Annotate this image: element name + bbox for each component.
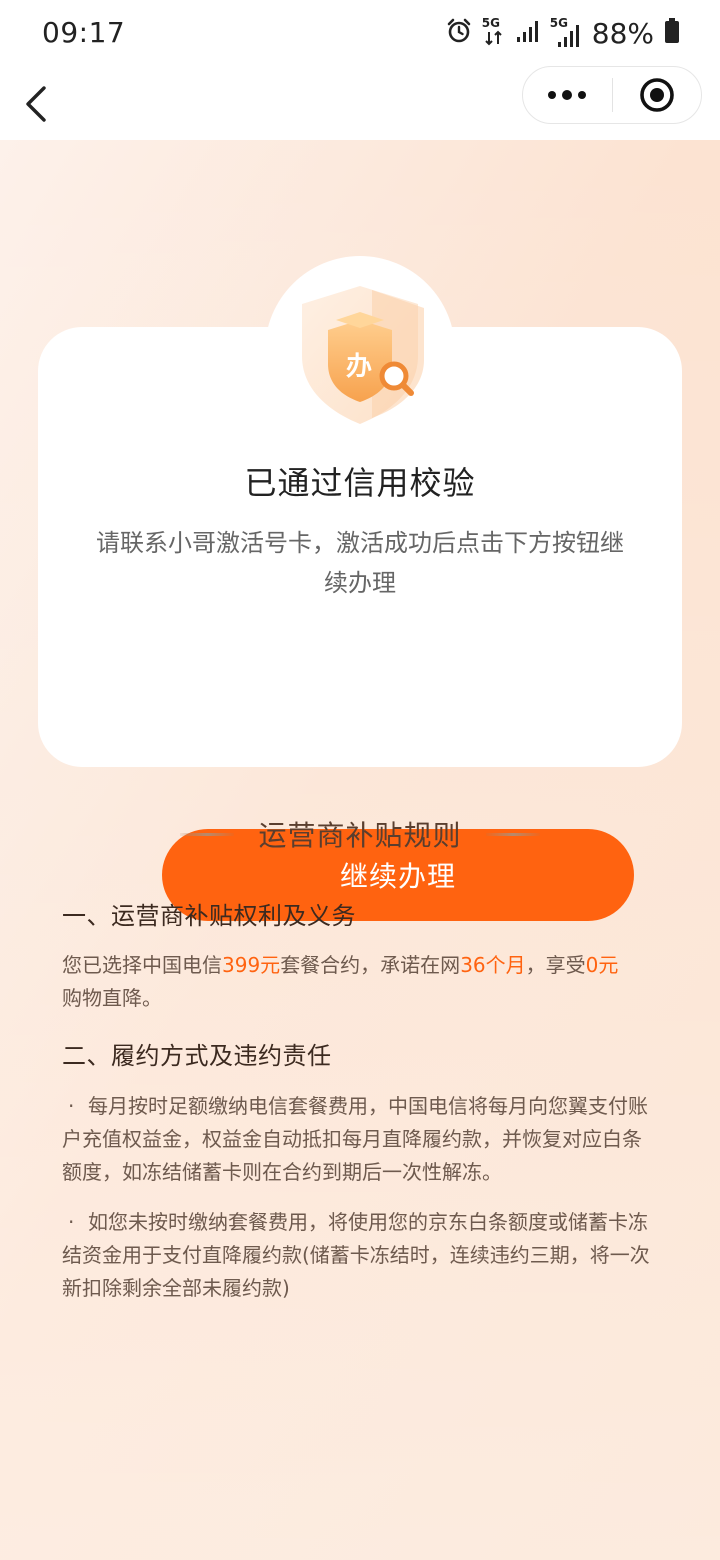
highlight-price: 0元 (585, 953, 619, 977)
section1-title: 一、运营商补贴权利及义务 (62, 902, 356, 930)
nav-bar (0, 66, 720, 140)
more-button[interactable] (523, 67, 612, 123)
rule-item-text: 每月按时足额缴纳电信套餐费用，中国电信将每月向您翼支付账户充值权益金，权益金自动… (62, 1094, 648, 1184)
more-dots-icon (548, 90, 587, 100)
highlight-plan-price: 399元 (222, 953, 281, 977)
rule-item-text: 如您未按时缴纳套餐费用，将使用您的京东白条额度或储蓄卡冻结资金用于支付直降履约款… (62, 1210, 650, 1300)
signal-bars-icon (516, 19, 540, 47)
card-title: 已通过信用校验 (244, 464, 476, 502)
status-bar: 09:17 5G 5G 88% (0, 0, 720, 66)
bullet: · (68, 1094, 75, 1118)
status-icons: 5G 5G 88% (446, 16, 680, 50)
battery-percent: 88% (591, 16, 654, 50)
back-button[interactable] (14, 74, 58, 134)
badge-text: 办 (346, 352, 372, 382)
divider-line-left (180, 832, 235, 836)
rules-title: 运营商补贴规则 (258, 819, 462, 852)
rule-item-2: · 如您未按时缴纳套餐费用，将使用您的京东白条额度或储蓄卡冻结资金用于支付直降履约… (62, 1206, 658, 1305)
text: 套餐合约，承诺在网 (280, 953, 461, 977)
divider-line-right (485, 832, 540, 836)
target-circle-icon (639, 78, 674, 112)
section1-paragraph: 您已选择中国电信399元套餐合约，承诺在网36个月，享受0元购物直降。 (62, 949, 658, 1015)
miniapp-capsule (522, 66, 702, 124)
rule-item-1: · 每月按时足额缴纳电信套餐费用，中国电信将每月向您翼支付账户充值权益金，权益金自… (62, 1090, 658, 1189)
network-5g-data-icon: 5G (482, 16, 506, 48)
card-description: 请联系小哥激活号卡，激活成功后点击下方按钮继续办理 (96, 529, 624, 597)
shield-search-icon: 办 (302, 286, 424, 424)
alarm-icon (446, 18, 472, 48)
main-content: 继续办理 办 已通过信用校验 请联系小哥激活号卡，激活成功后点击下方按钮继续办理… (0, 140, 720, 1560)
chevron-left-icon (26, 86, 46, 122)
status-time: 09:17 (42, 16, 126, 49)
signal-5g-bars-icon: 5G (550, 16, 582, 48)
close-miniapp-button[interactable] (613, 67, 702, 123)
battery-icon (664, 18, 680, 48)
text: ，享受 (525, 953, 586, 977)
rules-header: 运营商补贴规则 (0, 812, 720, 856)
bullet: · (68, 1210, 75, 1234)
section2-title: 二、履约方式及违约责任 (62, 1042, 332, 1070)
text: 购物直降。 (62, 986, 162, 1010)
text: 您已选择中国电信 (62, 953, 222, 977)
highlight-contract-term: 36个月 (460, 953, 526, 977)
